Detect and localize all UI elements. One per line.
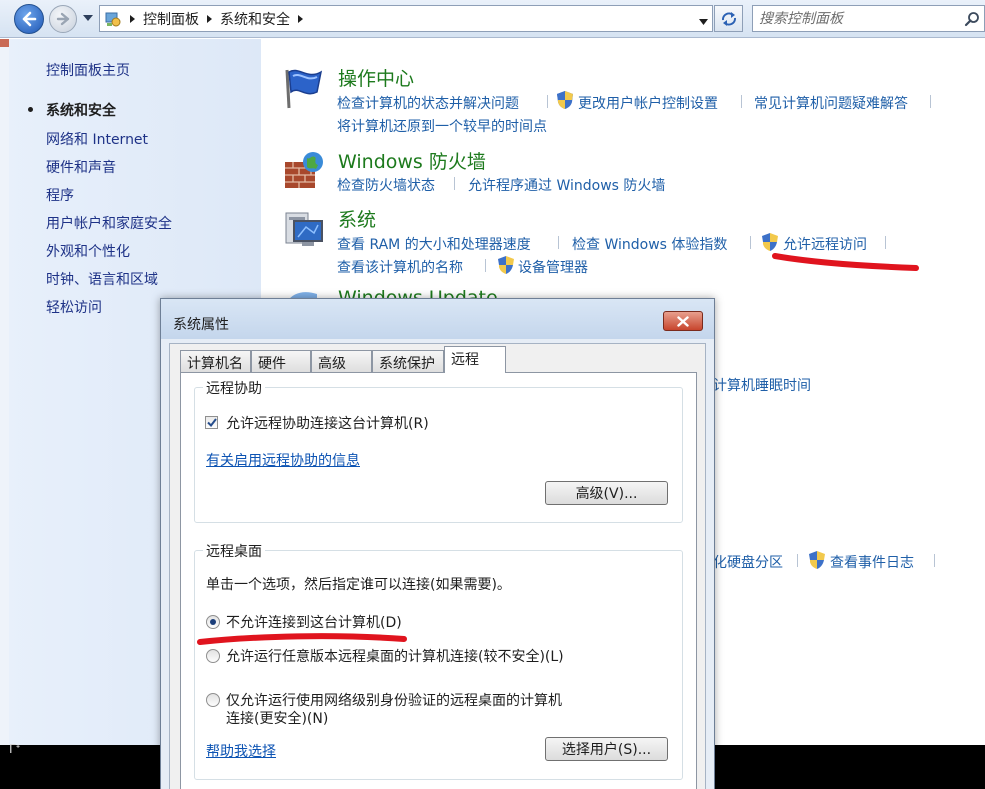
- view-computer-name-link[interactable]: 查看该计算机的名称: [337, 257, 463, 277]
- sidebar-item-user-accounts[interactable]: 用户帐户和家庭安全: [46, 213, 172, 233]
- nla-only-label[interactable]: 仅允许运行使用网络级别身份验证的远程桌面的计算机: [226, 690, 562, 710]
- uac-shield-icon: [809, 551, 825, 569]
- help-me-choose-link[interactable]: 帮助我选择: [206, 741, 276, 761]
- no-connection-radio[interactable]: [206, 615, 220, 629]
- select-users-button[interactable]: 选择用户(S)...: [545, 737, 668, 761]
- no-connection-label[interactable]: 不允许连接到这台计算机(D): [226, 612, 402, 632]
- link-separator: [454, 177, 455, 190]
- tab-hardware[interactable]: 硬件: [251, 350, 311, 372]
- tab-system-protection[interactable]: 系统保护: [372, 350, 444, 372]
- checkmark-icon: [206, 418, 217, 427]
- address-dropdown-button[interactable]: [699, 13, 708, 29]
- sidebar-item-system-security[interactable]: 系统和安全: [46, 100, 116, 120]
- nla-only-label-line2[interactable]: 连接(更安全)(N): [226, 708, 328, 728]
- window-edge: [0, 39, 9, 745]
- dialog-body: 计算机名 硬件 高级 系统保护 远程 远程协助 允许远程协助连接这台计算机(R)…: [169, 343, 706, 789]
- sidebar-item-clock-region[interactable]: 时钟、语言和区域: [46, 269, 158, 289]
- sidebar-item-appearance[interactable]: 外观和个性化: [46, 241, 130, 261]
- remote-desktop-instruction: 单击一个选项，然后指定谁可以连接(如果需要)。: [206, 577, 511, 593]
- remote-desktop-label: 远程桌面: [203, 541, 265, 561]
- refresh-button[interactable]: [714, 5, 743, 32]
- troubleshoot-link[interactable]: 常见计算机问题疑难解答: [754, 93, 908, 113]
- link-separator: [547, 95, 548, 108]
- link-separator: [750, 236, 751, 249]
- link-separator: [934, 554, 935, 567]
- sleep-time-link[interactable]: 计算机睡眠时间: [713, 375, 811, 395]
- allow-remote-assistance-checkbox[interactable]: [205, 416, 218, 429]
- forward-button[interactable]: [49, 5, 77, 33]
- chevron-down-icon: [699, 19, 708, 25]
- tab-computer-name[interactable]: 计算机名: [180, 350, 251, 372]
- remote-assistance-info-link[interactable]: 有关启用远程协助的信息: [206, 450, 360, 470]
- search-box[interactable]: [752, 5, 985, 32]
- view-event-logs-link[interactable]: 查看事件日志: [830, 552, 914, 572]
- uac-shield-icon: [498, 256, 514, 274]
- uac-shield-icon: [557, 91, 573, 109]
- restore-point-link[interactable]: 将计算机还原到一个较早的时间点: [337, 116, 547, 136]
- link-separator: [485, 259, 486, 272]
- action-center-flag-icon: [285, 69, 323, 109]
- back-arrow-icon: [22, 11, 37, 27]
- close-icon: [677, 315, 689, 327]
- advanced-button[interactable]: 高级(V)...: [545, 481, 668, 505]
- chevron-down-icon: [83, 15, 93, 21]
- link-separator: [930, 95, 931, 108]
- link-separator: [558, 236, 559, 249]
- firewall-icon: [285, 152, 323, 188]
- active-bullet-icon: [28, 107, 33, 112]
- sidebar-item-home[interactable]: 控制面板主页: [46, 60, 130, 80]
- refresh-icon: [721, 11, 736, 26]
- link-separator: [797, 554, 798, 567]
- check-experience-index-link[interactable]: 检查 Windows 体验指数: [572, 234, 727, 254]
- radio-selected-dot: [210, 619, 216, 625]
- sidebar-item-programs[interactable]: 程序: [46, 185, 74, 205]
- tab-advanced[interactable]: 高级: [311, 350, 372, 372]
- dialog-titlebar[interactable]: 系统属性: [161, 299, 714, 339]
- sidebar-item-network[interactable]: 网络和 Internet: [46, 129, 148, 149]
- view-ram-cpu-link[interactable]: 查看 RAM 的大小和处理器速度: [337, 234, 531, 254]
- system-computer-icon: [285, 212, 323, 246]
- remote-assistance-label: 远程协助: [203, 378, 265, 398]
- breadcrumb-separator-icon: [130, 14, 135, 23]
- tab-remote[interactable]: 远程: [444, 346, 506, 373]
- nla-only-radio[interactable]: [206, 693, 220, 707]
- check-status-link[interactable]: 检查计算机的状态并解决问题: [337, 93, 519, 113]
- breadcrumb-control-panel[interactable]: 控制面板: [143, 9, 199, 29]
- link-separator: [741, 95, 742, 108]
- red-annotation-stroke: [772, 253, 919, 271]
- back-button[interactable]: [14, 4, 44, 34]
- close-button[interactable]: [663, 311, 703, 331]
- search-input[interactable]: [753, 10, 964, 27]
- sidebar-item-hardware-sound[interactable]: 硬件和声音: [46, 157, 116, 177]
- address-bar[interactable]: 控制面板 系统和安全: [99, 5, 713, 32]
- red-annotation-stroke: [197, 633, 407, 645]
- search-icon[interactable]: [964, 11, 980, 27]
- control-panel-icon: [105, 12, 121, 26]
- check-firewall-status-link[interactable]: 检查防火墙状态: [337, 175, 435, 195]
- taskbar-fragment-icon: ᒥᐩ: [9, 742, 21, 756]
- change-uac-settings-link[interactable]: 更改用户帐户控制设置: [578, 93, 718, 113]
- breadcrumb-separator-icon: [298, 14, 303, 23]
- sidebar-item-ease-of-access[interactable]: 轻松访问: [46, 297, 102, 317]
- disk-partition-link[interactable]: 化硬盘分区: [713, 552, 783, 572]
- action-center-title[interactable]: 操作中心: [338, 64, 414, 91]
- system-title[interactable]: 系统: [338, 205, 376, 232]
- forward-arrow-icon: [56, 12, 70, 26]
- remote-tab-page: 远程协助 允许远程协助连接这台计算机(R) 有关启用远程协助的信息 高级(V).…: [180, 372, 697, 789]
- device-manager-link[interactable]: 设备管理器: [518, 257, 588, 277]
- system-properties-dialog: 系统属性 计算机名 硬件 高级 系统保护 远程 远程协助 允许远程协助连接这台计…: [160, 298, 715, 789]
- address-toolbar: 控制面板 系统和安全: [0, 0, 985, 38]
- recent-pages-button[interactable]: [82, 11, 94, 25]
- allow-remote-assistance-label[interactable]: 允许远程协助连接这台计算机(R): [226, 413, 429, 433]
- dialog-title: 系统属性: [173, 317, 229, 333]
- allow-program-firewall-link[interactable]: 允许程序通过 Windows 防火墙: [468, 175, 665, 195]
- breadcrumb-system-security[interactable]: 系统和安全: [220, 9, 290, 29]
- firewall-title[interactable]: Windows 防火墙: [338, 147, 486, 174]
- breadcrumb-separator-icon: [207, 14, 212, 23]
